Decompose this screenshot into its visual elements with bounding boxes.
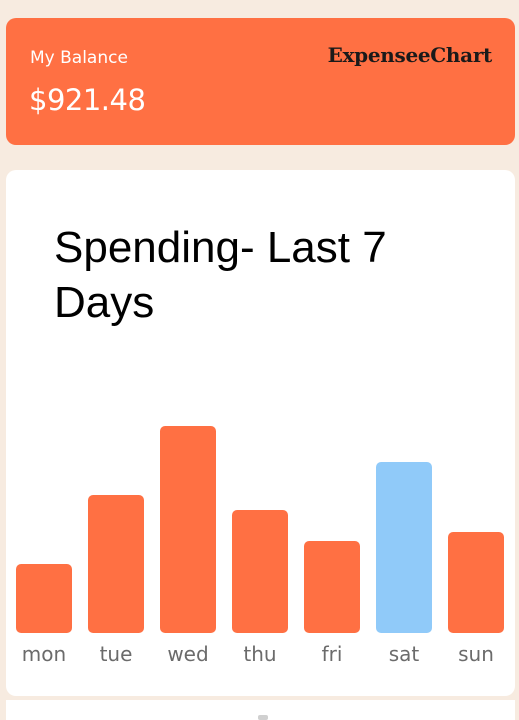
spending-card: Spending- Last 7 Days mon tue wed thu fri sat… [6,170,515,696]
chart-bar-fri[interactable] [304,541,360,633]
scroll-handle[interactable] [258,715,268,720]
chart-bar-wed[interactable] [160,426,216,633]
chart-label-thu: thu [243,642,277,666]
chart-bar-tue[interactable] [88,495,144,633]
chart-label-tue: tue [99,642,133,666]
chart-bar-sat[interactable] [376,462,432,633]
chart-bar-mon[interactable] [16,564,72,633]
chart-label-sat: sat [388,642,420,666]
chart-bar-thu[interactable] [232,510,288,633]
balance-label: My Balance [30,48,128,68]
balance-card: My Balance $921.48 ExpenseeChart [6,18,515,145]
chart-label-mon: mon [21,642,67,666]
chart-label-fri: fri [321,642,343,666]
chart-bar-sun[interactable] [448,532,504,633]
chart-label-wed: wed [167,642,209,666]
balance-amount: $921.48 [29,83,146,117]
chart-label-sun: sun [458,642,494,666]
spending-title: Spending- Last 7 Days [54,223,387,327]
brand-title: ExpenseeChart [327,43,493,67]
